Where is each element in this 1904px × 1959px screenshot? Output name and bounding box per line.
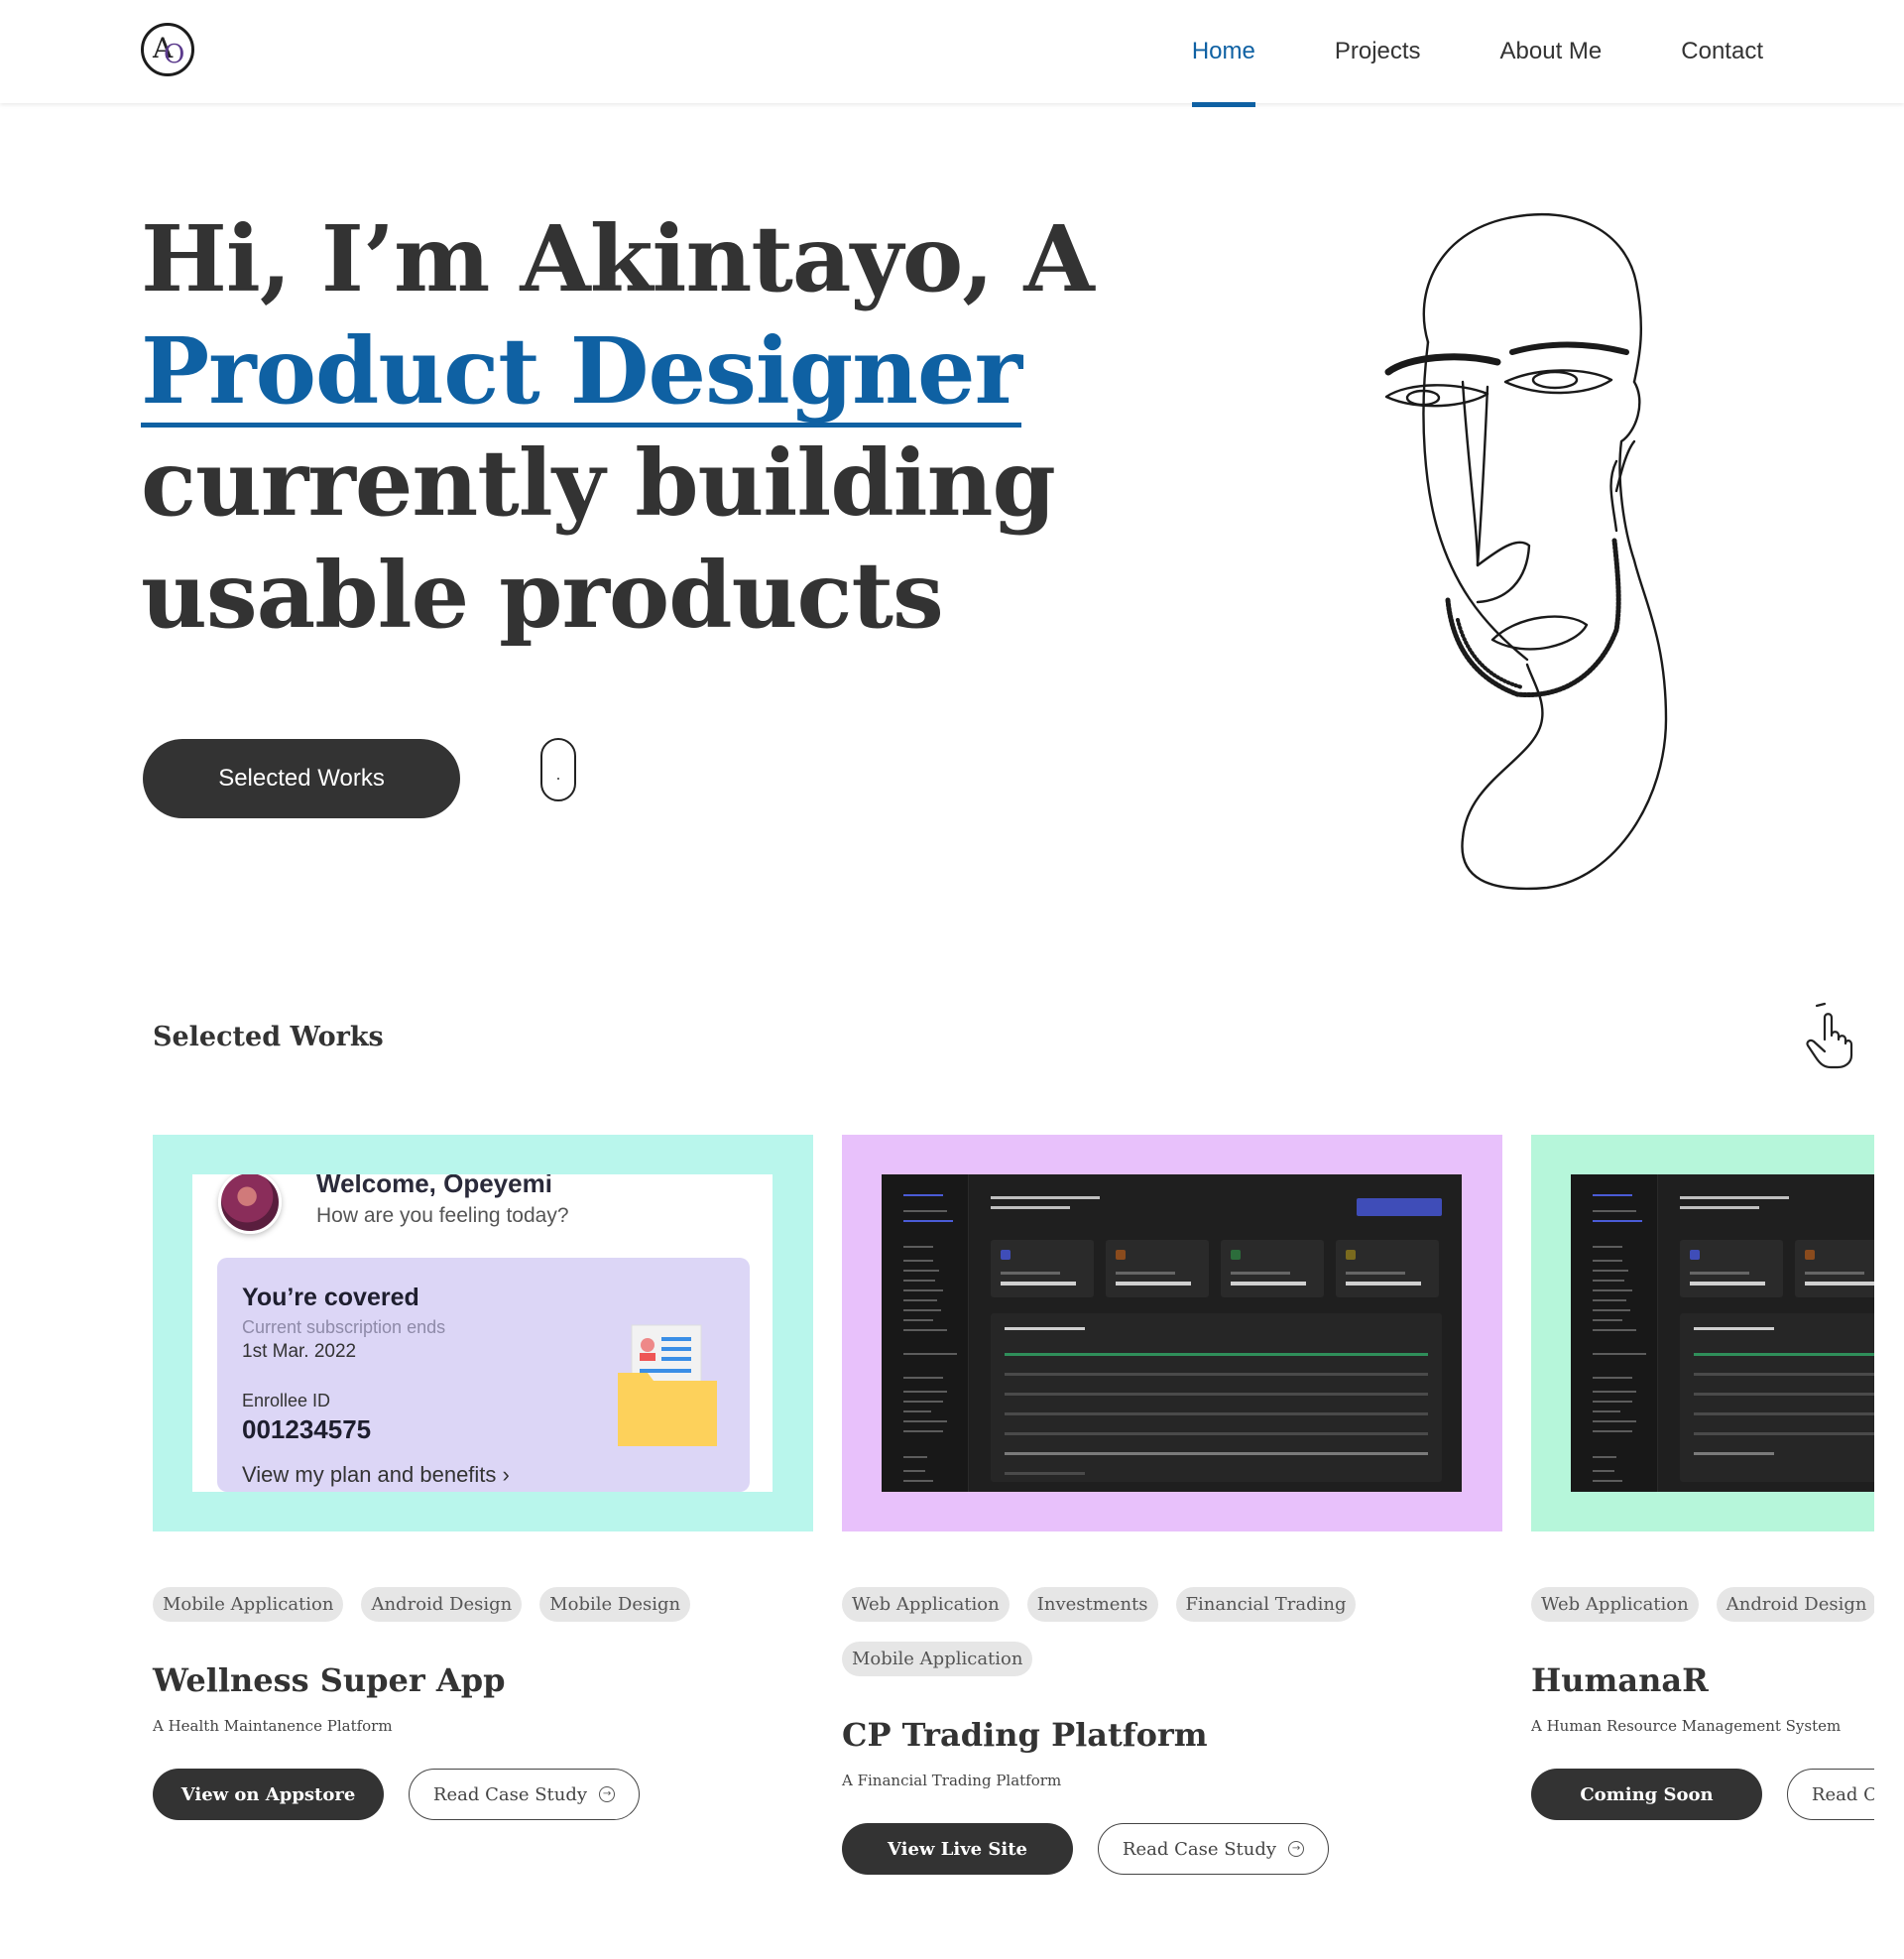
tag: Mobile Application bbox=[153, 1587, 344, 1622]
selected-works-button[interactable]: Selected Works bbox=[143, 739, 460, 818]
tag: Android Design bbox=[1716, 1587, 1874, 1622]
arrow-right-circle-icon: → bbox=[599, 1786, 616, 1802]
arrow-right-circle-icon: → bbox=[1288, 1841, 1305, 1857]
hero-line-1: Hi, I’m Akintayo, A bbox=[141, 205, 1095, 312]
project-subtitle: A Health Maintanence Platform bbox=[153, 1717, 393, 1735]
site-header: A O Home Projects About Me Contact bbox=[0, 0, 1904, 107]
card-scroll-viewport: Web Application Android Design HumanaR A… bbox=[1531, 1135, 1874, 1908]
tag: Financial Trading bbox=[1175, 1587, 1357, 1622]
nav-about-me[interactable]: About Me bbox=[1500, 0, 1603, 103]
hero-line-3: currently building bbox=[141, 429, 1056, 537]
tag-list: Web Application Investments Financial Tr… bbox=[842, 1587, 1502, 1676]
plan-link-label: View my plan and benefits bbox=[242, 1462, 497, 1487]
hr-dashboard-screenshot bbox=[1571, 1174, 1874, 1492]
folder-document-icon bbox=[618, 1324, 717, 1446]
logo[interactable]: A O bbox=[141, 23, 194, 76]
project-subtitle: A Financial Trading Platform bbox=[842, 1772, 1062, 1789]
logo-letter-o: O bbox=[164, 40, 185, 69]
coming-soon-button[interactable]: Coming Soon bbox=[1531, 1769, 1762, 1820]
project-thumbnail[interactable]: Welcome, Opeyemi How are you feeling tod… bbox=[153, 1135, 813, 1531]
hero-line-4: usable products bbox=[141, 542, 944, 649]
nav-home[interactable]: Home bbox=[1191, 0, 1255, 107]
hand-pointer-icon bbox=[1806, 1002, 1853, 1069]
dashboard-sidebar bbox=[882, 1174, 969, 1492]
read-case-study-button[interactable]: Read Case Study → bbox=[409, 1769, 640, 1820]
read-case-study-label: Read Case Study bbox=[1811, 1783, 1874, 1805]
tag: Web Application bbox=[1531, 1587, 1699, 1622]
project-thumbnail[interactable] bbox=[1531, 1135, 1874, 1531]
view-live-site-button[interactable]: View Live Site bbox=[842, 1823, 1073, 1875]
project-title: CP Trading Platform bbox=[842, 1716, 1208, 1754]
read-case-study-button[interactable]: Read Case Study → bbox=[1098, 1823, 1329, 1875]
project-card-wellness: Welcome, Opeyemi How are you feeling tod… bbox=[153, 1135, 813, 1820]
tag-list: Mobile Application Android Design Mobile… bbox=[153, 1587, 813, 1622]
tag: Mobile Application bbox=[842, 1642, 1033, 1676]
tag: Web Application bbox=[842, 1587, 1010, 1622]
profit-loss-table bbox=[991, 1313, 1442, 1482]
project-title: Wellness Super App bbox=[153, 1661, 506, 1699]
section-title: Selected Works bbox=[153, 1022, 384, 1052]
hero-role: Product Designer bbox=[141, 323, 1022, 428]
tag: Investments bbox=[1026, 1587, 1158, 1622]
enrollee-id: 001234575 bbox=[242, 1414, 372, 1444]
project-thumbnail[interactable] bbox=[842, 1135, 1502, 1531]
welcome-text: Welcome, Opeyemi bbox=[316, 1174, 552, 1198]
nav-contact[interactable]: Contact bbox=[1681, 0, 1763, 103]
project-subtitle: A Human Resource Management System bbox=[1531, 1717, 1842, 1735]
read-case-study-button[interactable]: Read Case Study→ bbox=[1787, 1769, 1874, 1820]
mouse-scroll-icon bbox=[540, 738, 576, 801]
main-nav: Home Projects About Me Contact bbox=[1113, 0, 1763, 107]
dashboard-sidebar bbox=[1571, 1174, 1658, 1492]
plan-link: View my plan and benefits › bbox=[242, 1462, 510, 1488]
question-text: How are you feeling today? bbox=[316, 1204, 569, 1227]
tag-list: Web Application Android Design bbox=[1531, 1587, 1874, 1622]
chevron-right-icon: › bbox=[502, 1462, 510, 1487]
read-case-study-label: Read Case Study bbox=[1122, 1838, 1277, 1860]
face-line-drawing-icon bbox=[1384, 213, 1668, 891]
project-card-humanar: Web Application Android Design HumanaR A… bbox=[1531, 1135, 1874, 1820]
covered-title: You’re covered bbox=[242, 1284, 419, 1311]
nav-projects[interactable]: Projects bbox=[1335, 0, 1421, 103]
enrollee-label: Enrollee ID bbox=[242, 1391, 331, 1410]
data-table bbox=[1680, 1313, 1874, 1482]
coverage-panel: You’re covered Current subscription ends… bbox=[217, 1258, 750, 1492]
tag: Mobile Design bbox=[539, 1587, 691, 1622]
tag: Android Design bbox=[361, 1587, 523, 1622]
avatar bbox=[218, 1174, 282, 1234]
trading-dashboard-screenshot bbox=[882, 1174, 1462, 1492]
wellness-app-screenshot: Welcome, Opeyemi How are you feeling tod… bbox=[192, 1174, 773, 1492]
project-card-cp-trading: Web Application Investments Financial Tr… bbox=[842, 1135, 1502, 1875]
view-on-appstore-button[interactable]: View on Appstore bbox=[153, 1769, 384, 1820]
subscription-date: 1st Mar. 2022 bbox=[242, 1341, 357, 1362]
hero-title: Hi, I’m Akintayo, A Product Designer cur… bbox=[141, 203, 1095, 652]
subscription-label: Current subscription ends bbox=[242, 1317, 446, 1337]
project-title: HumanaR bbox=[1531, 1661, 1709, 1699]
read-case-study-label: Read Case Study bbox=[432, 1783, 588, 1805]
book-transactions-button bbox=[1357, 1198, 1442, 1216]
